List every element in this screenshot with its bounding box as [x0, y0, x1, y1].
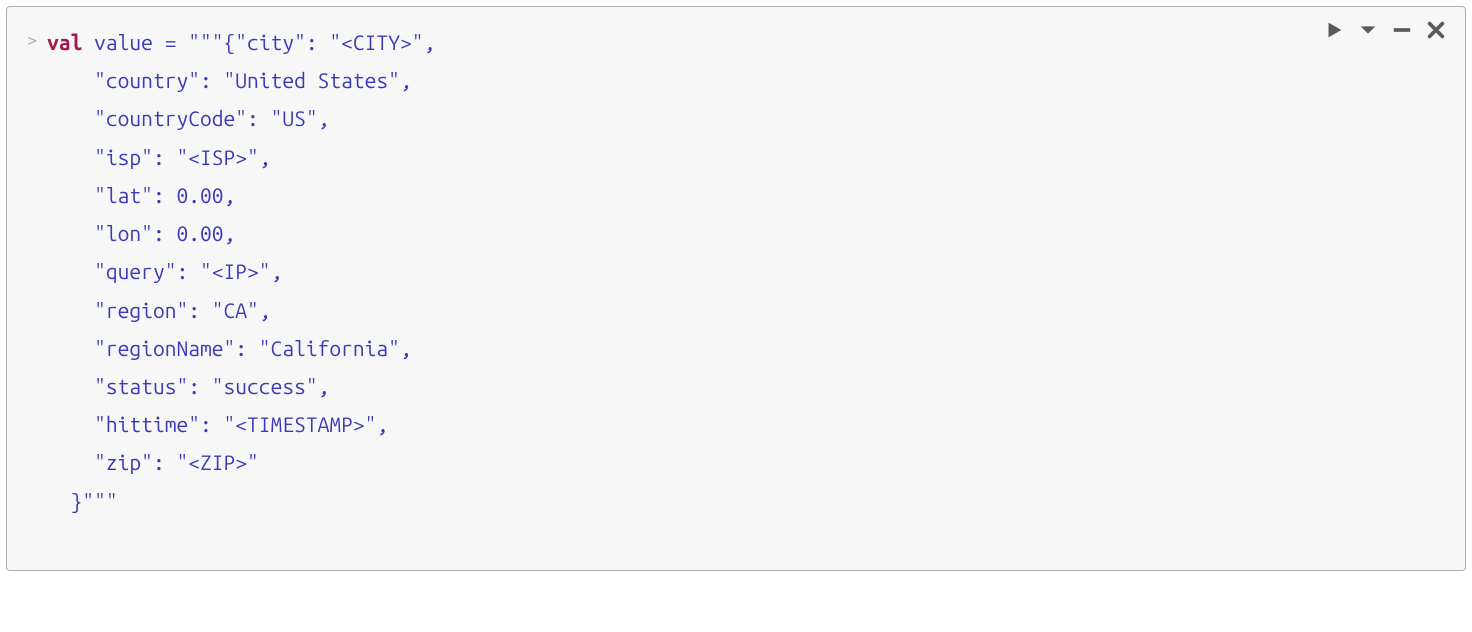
val-query: "<IP>": [200, 259, 271, 283]
key-regionName: "regionName": [94, 336, 235, 360]
key-region: "region": [94, 298, 188, 322]
ident-value: value: [94, 30, 153, 54]
code-block[interactable]: val value = """{"city": "<CITY>", "count…: [47, 21, 435, 520]
brace-open: {: [224, 30, 236, 54]
comma: ,: [318, 374, 330, 398]
expand-icon[interactable]: [1357, 19, 1379, 41]
val-lat: 0.00: [176, 183, 223, 207]
triple-quote-open: """: [188, 30, 223, 54]
val-isp: "<ISP>": [176, 145, 258, 169]
key-countryCode: "countryCode": [94, 106, 247, 130]
colon: :: [176, 259, 188, 283]
run-icon[interactable]: [1323, 19, 1345, 41]
comma: ,: [224, 183, 236, 207]
key-zip: "zip": [94, 450, 153, 474]
code-area[interactable]: > val value = """{"city": "<CITY>", "cou…: [27, 21, 1445, 520]
val-lon: 0.00: [176, 221, 223, 245]
triple-quote-close: """: [82, 489, 117, 513]
key-country: "country": [94, 68, 200, 92]
colon: :: [153, 450, 165, 474]
gutter-prompt: >: [27, 21, 47, 49]
equals: =: [165, 30, 177, 54]
keyword-val: val: [47, 30, 82, 54]
key-query: "query": [94, 259, 176, 283]
colon: :: [306, 30, 318, 54]
comma: ,: [400, 336, 412, 360]
comma: ,: [271, 259, 283, 283]
colon: :: [153, 145, 165, 169]
colon: :: [153, 183, 165, 207]
val-hittime: "<TIMESTAMP>": [224, 412, 377, 436]
colon: :: [200, 68, 212, 92]
val-region: "CA": [212, 298, 259, 322]
colon: :: [188, 298, 200, 322]
val-regionName: "California": [259, 336, 400, 360]
val-zip: "<ZIP>": [176, 450, 258, 474]
key-lat: "lat": [94, 183, 153, 207]
brace-close: }: [71, 489, 83, 513]
colon: :: [235, 336, 247, 360]
key-status: "status": [94, 374, 188, 398]
comma: ,: [423, 30, 435, 54]
comma: ,: [224, 221, 236, 245]
cell-toolbar: [1323, 19, 1447, 41]
key-hittime: "hittime": [94, 412, 200, 436]
colon: :: [153, 221, 165, 245]
colon: :: [188, 374, 200, 398]
key-isp: "isp": [94, 145, 153, 169]
colon: :: [200, 412, 212, 436]
code-cell: > val value = """{"city": "<CITY>", "cou…: [6, 6, 1466, 571]
val-countryCode: "US": [271, 106, 318, 130]
val-status: "success": [212, 374, 318, 398]
key-lon: "lon": [94, 221, 153, 245]
minimize-icon[interactable]: [1391, 19, 1413, 41]
val-country: "United States": [224, 68, 400, 92]
key-city: "city": [235, 30, 306, 54]
comma: ,: [259, 298, 271, 322]
comma: ,: [376, 412, 388, 436]
comma: ,: [318, 106, 330, 130]
colon: :: [247, 106, 259, 130]
comma: ,: [259, 145, 271, 169]
val-city: "<CITY>": [329, 30, 423, 54]
comma: ,: [400, 68, 412, 92]
close-icon[interactable]: [1425, 19, 1447, 41]
